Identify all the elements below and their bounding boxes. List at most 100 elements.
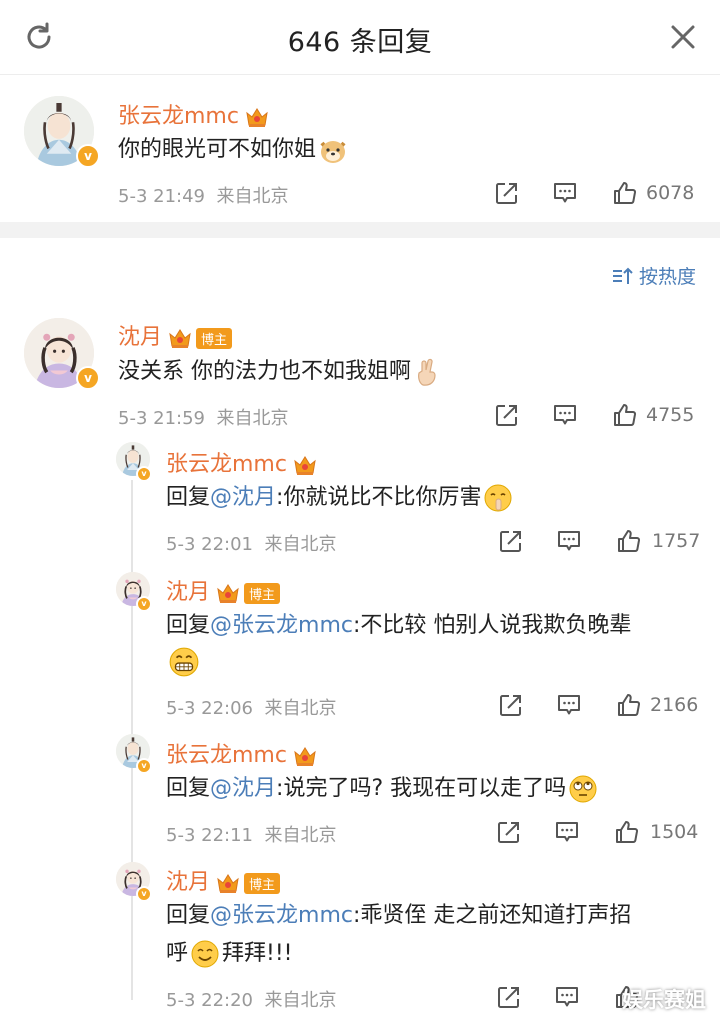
reply-body-continued: 呼 — [166, 941, 189, 966]
close-icon[interactable] — [666, 20, 700, 54]
comment-icon[interactable] — [556, 528, 582, 554]
like-count: 4755 — [646, 404, 695, 426]
username-text[interactable]: 张云龙mmc — [118, 104, 239, 129]
blogger-badge: 博主 — [244, 872, 281, 894]
reply-meta: 5-3 22:20 来自北京 — [166, 986, 336, 1012]
reply-body: :不比较 怕别人说我欺负晚辈 — [352, 613, 632, 638]
like-count: 1757 — [652, 530, 701, 552]
reply-time: 5-3 22:11 — [166, 825, 253, 846]
comment-icon[interactable] — [554, 819, 580, 845]
username[interactable]: 沈月 博主 — [118, 319, 233, 351]
reply-text: 回复@沈月:说完了吗? 我现在可以走了吗 — [166, 773, 598, 805]
comment-body: 没关系 你的法力也不如我姐啊 — [118, 359, 411, 384]
comment-icon[interactable] — [552, 402, 578, 428]
username[interactable]: 张云龙mmc — [118, 98, 269, 130]
like-count: 2166 — [650, 694, 699, 716]
crown-icon — [216, 872, 240, 894]
like-count: 6078 — [646, 182, 695, 204]
share-icon[interactable] — [494, 402, 520, 428]
reply-body: :说完了吗? 我现在可以走了吗 — [276, 776, 567, 801]
blogger-badge-label: 博主 — [249, 877, 276, 893]
reply-prefix: 回复 — [166, 776, 211, 801]
like-icon[interactable] — [612, 180, 638, 206]
like-icon[interactable] — [614, 819, 640, 845]
eye-roll-emoji-icon — [569, 775, 597, 803]
reply-prefix: 回复 — [166, 613, 211, 638]
grin-emoji-icon — [169, 647, 199, 677]
verified-badge-icon: v — [76, 366, 100, 390]
like-count: 1504 — [650, 821, 699, 843]
smile-emoji-icon — [191, 940, 219, 968]
username-text[interactable]: 沈月 — [166, 870, 210, 895]
comment-time: 5-3 21:59 — [118, 408, 205, 429]
shush-emoji-icon — [484, 484, 512, 512]
reply-prefix: 回复 — [166, 485, 211, 510]
username-text[interactable]: 沈月 — [166, 580, 210, 605]
verified-badge-icon: v — [136, 596, 152, 612]
username[interactable]: 张云龙mmc — [166, 737, 317, 769]
comment-icon[interactable] — [552, 180, 578, 206]
blogger-badge-label: 博主 — [201, 332, 228, 348]
like-icon[interactable] — [616, 528, 642, 554]
reply-location: 来自北京 — [264, 825, 337, 846]
reply-body-end: 拜拜!!! — [222, 941, 293, 966]
like-icon[interactable] — [616, 692, 642, 718]
username-text[interactable]: 张云龙mmc — [166, 743, 287, 768]
doge-emoji-icon — [320, 141, 346, 163]
comment-meta: 5-3 21:49 来自北京 — [118, 182, 288, 208]
mention-link[interactable]: @沈月 — [210, 485, 276, 510]
crown-icon — [216, 582, 240, 604]
share-icon[interactable] — [498, 692, 524, 718]
blogger-badge: 博主 — [196, 327, 233, 349]
reply-location: 来自北京 — [264, 534, 337, 555]
share-icon[interactable] — [498, 528, 524, 554]
comment-time: 5-3 21:49 — [118, 186, 205, 207]
comment-text: 你的眼光可不如你姐 — [118, 134, 348, 166]
comment-location: 来自北京 — [216, 186, 289, 207]
comment-icon[interactable] — [554, 984, 580, 1010]
sort-icon — [612, 267, 633, 284]
mention-link[interactable]: @张云龙mmc — [210, 903, 353, 928]
watermark: 娱乐赛姐 — [622, 988, 706, 1012]
share-icon[interactable] — [494, 180, 520, 206]
comment-text: 没关系 你的法力也不如我姐啊 — [118, 356, 443, 388]
reply-meta: 5-3 22:01 来自北京 — [166, 530, 336, 556]
reply-location: 来自北京 — [264, 698, 337, 719]
mention-link[interactable]: @张云龙mmc — [210, 613, 353, 638]
comment-icon[interactable] — [556, 692, 582, 718]
share-icon[interactable] — [496, 984, 522, 1010]
reply-location: 来自北京 — [264, 990, 337, 1011]
comment-location: 来自北京 — [216, 408, 289, 429]
share-icon[interactable] — [496, 819, 522, 845]
username-text[interactable]: 沈月 — [118, 325, 162, 350]
reply-prefix: 回复 — [166, 903, 211, 928]
section-divider — [0, 222, 720, 238]
verified-badge-icon: v — [136, 758, 152, 774]
reply-body: :你就说比不比你厉害 — [276, 485, 482, 510]
blogger-badge: 博主 — [244, 582, 281, 604]
reply-time: 5-3 22:20 — [166, 990, 253, 1011]
username[interactable]: 沈月 博主 — [166, 574, 281, 606]
comment-meta: 5-3 21:59 来自北京 — [118, 404, 288, 430]
verified-badge-icon: v — [136, 466, 152, 482]
crown-icon — [293, 745, 317, 767]
reply-time: 5-3 22:06 — [166, 698, 253, 719]
fingers-crossed-emoji-icon — [418, 358, 436, 386]
username-text[interactable]: 张云龙mmc — [166, 452, 287, 477]
username[interactable]: 沈月 博主 — [166, 864, 281, 896]
crown-icon — [293, 454, 317, 476]
reply-time: 5-3 22:01 — [166, 534, 253, 555]
verified-badge-icon: v — [76, 144, 100, 168]
reply-text: 回复@张云龙mmc:乖贤侄 走之前还知道打声招 — [166, 900, 631, 932]
sort-button[interactable]: 按热度 — [611, 262, 696, 289]
like-icon[interactable] — [612, 402, 638, 428]
reply-meta: 5-3 22:11 来自北京 — [166, 821, 336, 847]
blogger-badge-label: 博主 — [249, 587, 276, 603]
reply-text: 回复@张云龙mmc:不比较 怕别人说我欺负晚辈 — [166, 610, 631, 642]
crown-icon — [245, 106, 269, 128]
reply-body: :乖贤侄 走之前还知道打声招 — [352, 903, 632, 928]
reply-meta: 5-3 22:06 来自北京 — [166, 694, 336, 720]
crown-icon — [168, 327, 192, 349]
username[interactable]: 张云龙mmc — [166, 446, 317, 478]
mention-link[interactable]: @沈月 — [210, 776, 276, 801]
